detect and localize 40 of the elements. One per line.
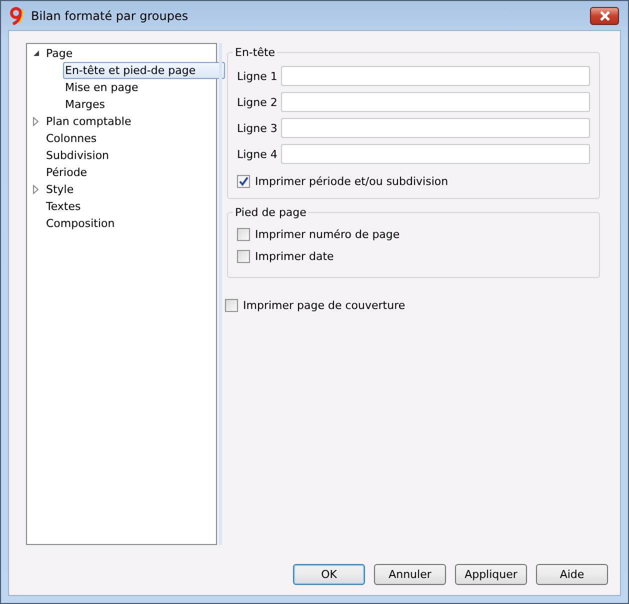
tree-item[interactable]: Textes [44, 198, 85, 215]
tree-item[interactable]: Subdivision [44, 147, 114, 164]
input-field[interactable] [281, 118, 590, 138]
tree-item[interactable]: En-tête et pied-de page [63, 62, 225, 79]
tree-item[interactable]: Style [44, 181, 78, 198]
field-label: Ligne 4 [237, 148, 278, 160]
input-field[interactable] [281, 144, 590, 164]
checkbox-label: Imprimer numéro de page [255, 228, 400, 240]
checkbox-label: Imprimer date [255, 250, 334, 262]
field-label: Ligne 2 [237, 96, 278, 108]
window-title: Bilan formaté par groupes [31, 8, 190, 22]
expanded-arrow-icon[interactable] [32, 50, 40, 57]
tree-item[interactable]: Mise en page [63, 79, 142, 96]
close-button[interactable] [590, 6, 619, 24]
group-title: Pied de page [234, 206, 308, 219]
dialog-button[interactable]: Annuler [374, 564, 446, 585]
checkbox[interactable] [237, 174, 250, 188]
tree-item[interactable]: Page [44, 45, 77, 62]
field-label: Ligne 3 [237, 122, 278, 134]
checkbox[interactable] [225, 298, 238, 312]
collapsed-arrow-icon[interactable] [33, 117, 39, 126]
field-label: Ligne 1 [237, 70, 278, 82]
tree-item[interactable]: Marges [63, 96, 110, 113]
tree-item[interactable]: Plan comptable [44, 113, 136, 130]
tree-item[interactable]: Période [44, 164, 92, 181]
app-logo-icon [9, 6, 25, 24]
checkbox-label: Imprimer période et/ou subdivision [255, 174, 448, 188]
collapsed-arrow-icon[interactable] [33, 185, 39, 194]
checkbox[interactable] [237, 228, 250, 240]
input-field[interactable] [281, 66, 590, 86]
dialog-button[interactable]: Appliquer [455, 564, 527, 585]
input-field[interactable] [281, 92, 590, 112]
tree-item[interactable]: Composition [44, 215, 119, 232]
checkbox-label: Imprimer page de couverture [243, 298, 406, 312]
checkbox[interactable] [237, 250, 250, 262]
group-title: En-tête [234, 46, 276, 59]
close-icon [598, 10, 610, 20]
dialog-button[interactable]: OK [293, 564, 365, 585]
dialog-button[interactable]: Aide [536, 564, 608, 585]
tree-item[interactable]: Colonnes [44, 130, 101, 147]
